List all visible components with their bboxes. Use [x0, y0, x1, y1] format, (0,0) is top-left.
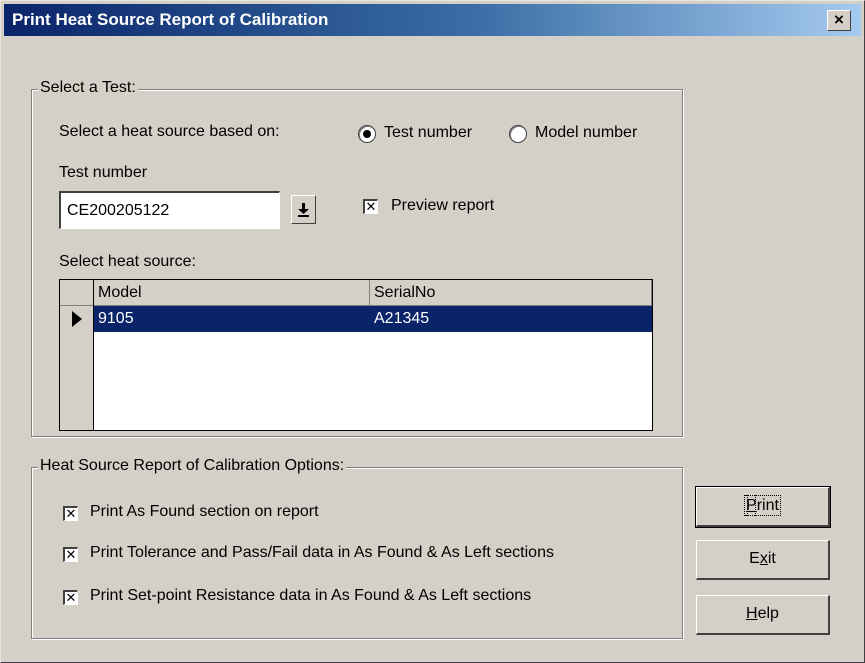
download-arrow-icon — [298, 203, 309, 217]
based-on-label: Select a heat source based on: — [59, 123, 280, 140]
cell-model: 9105 — [98, 310, 134, 327]
select-heat-source-label: Select heat source: — [59, 253, 196, 270]
radio-selected-dot — [363, 130, 371, 138]
option-setpoint-checkbox[interactable]: ✕ — [63, 590, 78, 605]
report-options-group-label: Heat Source Report of Calibration Option… — [38, 457, 347, 475]
window-title: Print Heat Source Report of Calibration — [12, 10, 329, 29]
option-tolerance-checkbox[interactable]: ✕ — [63, 547, 78, 562]
cell-serialno: A21345 — [374, 310, 430, 327]
help-button[interactable]: Help — [696, 595, 830, 635]
column-header-serialno[interactable]: SerialNo — [370, 280, 652, 306]
select-test-group-label: Select a Test: — [38, 79, 138, 97]
print-report-dialog: Print Heat Source Report of Calibration … — [0, 0, 865, 663]
preview-report-checkbox[interactable]: ✕ — [363, 199, 378, 214]
option-as-found-label[interactable]: Print As Found section on report — [90, 503, 319, 521]
grid-corner — [60, 280, 93, 306]
table-row[interactable]: 9105 A21345 — [94, 306, 652, 332]
preview-report-label[interactable]: Preview report — [391, 197, 494, 215]
radio-test-number-label[interactable]: Test number — [384, 124, 472, 142]
print-button[interactable]: Print — [695, 486, 831, 528]
title-bar[interactable]: Print Heat Source Report of Calibration … — [4, 4, 861, 36]
option-tolerance-label[interactable]: Print Tolerance and Pass/Fail data in As… — [90, 544, 554, 562]
heat-source-grid[interactable]: Model SerialNo 9105 A21345 — [59, 279, 653, 431]
radio-test-number[interactable] — [358, 125, 376, 143]
option-setpoint-label[interactable]: Print Set-point Resistance data in As Fo… — [90, 587, 531, 605]
radio-model-number-label[interactable]: Model number — [535, 124, 637, 142]
close-button[interactable]: × — [827, 10, 851, 31]
test-number-dropdown-button[interactable] — [291, 195, 316, 224]
row-selector-column — [60, 280, 94, 430]
exit-button[interactable]: Exit — [696, 540, 830, 580]
radio-model-number[interactable] — [509, 125, 527, 143]
test-number-label: Test number — [59, 164, 148, 181]
row-selector[interactable] — [60, 306, 93, 332]
current-row-arrow-icon — [72, 311, 82, 327]
test-number-input[interactable] — [59, 191, 280, 229]
column-header-model[interactable]: Model — [94, 280, 370, 306]
option-as-found-checkbox[interactable]: ✕ — [63, 506, 78, 521]
